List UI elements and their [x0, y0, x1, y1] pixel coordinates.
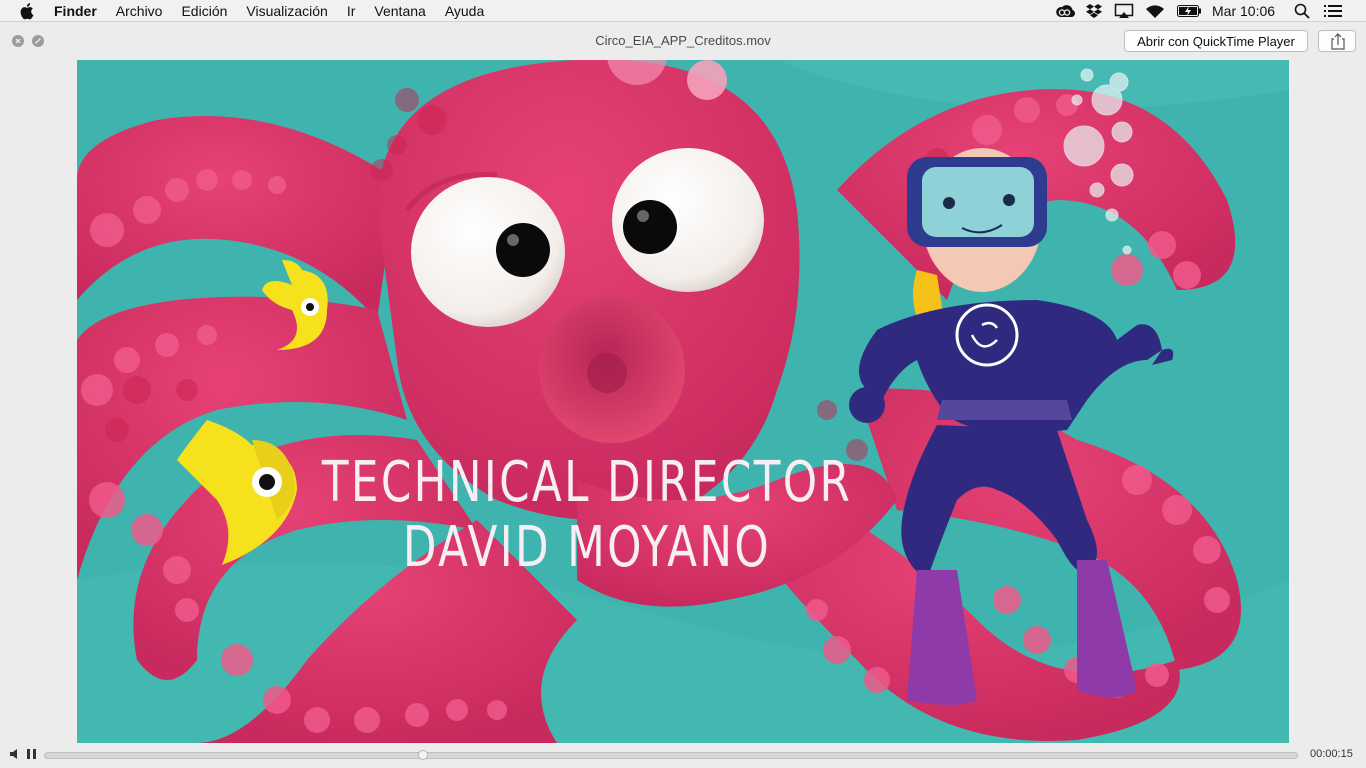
battery-icon[interactable]	[1176, 2, 1202, 20]
playback-controls: 00:00:15	[0, 743, 1366, 768]
search-icon[interactable]	[1293, 2, 1311, 20]
apple-icon[interactable]	[20, 2, 36, 20]
credit-name-text: DAVID MOYANO	[402, 515, 772, 580]
credit-role-text: TECHNICAL DIRECTOR	[321, 450, 853, 515]
open-with-quicktime-button[interactable]: Abrir con QuickTime Player	[1124, 30, 1308, 52]
menu-archivo[interactable]: Archivo	[116, 3, 163, 19]
menu-ir[interactable]: Ir	[347, 3, 356, 19]
timeline-scrubber[interactable]	[44, 750, 1298, 760]
video-scene-illustration	[77, 60, 1289, 743]
airplay-icon[interactable]	[1113, 2, 1135, 20]
share-icon	[1331, 33, 1345, 50]
quicklook-window: Circo_EIA_APP_Creditos.mov Abrir con Qui…	[0, 23, 1366, 768]
creative-cloud-icon[interactable]	[1054, 2, 1076, 20]
menu-app-finder[interactable]: Finder	[54, 3, 97, 19]
list-icon[interactable]	[1323, 2, 1343, 20]
menu-ayuda[interactable]: Ayuda	[445, 3, 484, 19]
menu-edicion[interactable]: Edición	[181, 3, 227, 19]
menu-bar: Finder Archivo Edición Visualización Ir …	[0, 0, 1366, 22]
wifi-icon[interactable]	[1144, 2, 1166, 20]
time-remaining: 00:00:15	[1310, 748, 1353, 760]
menu-ventana[interactable]: Ventana	[374, 3, 425, 19]
title-bar: Circo_EIA_APP_Creditos.mov Abrir con Qui…	[0, 23, 1366, 59]
video-frame[interactable]: TECHNICAL DIRECTOR DAVID MOYANO	[77, 60, 1289, 743]
scrubber-knob[interactable]	[417, 750, 428, 760]
dropbox-icon[interactable]	[1084, 2, 1104, 20]
menu-clock[interactable]: Mar 10:06	[1212, 3, 1275, 19]
volume-icon[interactable]	[9, 748, 21, 760]
pause-icon[interactable]	[26, 748, 38, 760]
menu-visualizacion[interactable]: Visualización	[246, 3, 327, 19]
share-button[interactable]	[1318, 30, 1356, 52]
